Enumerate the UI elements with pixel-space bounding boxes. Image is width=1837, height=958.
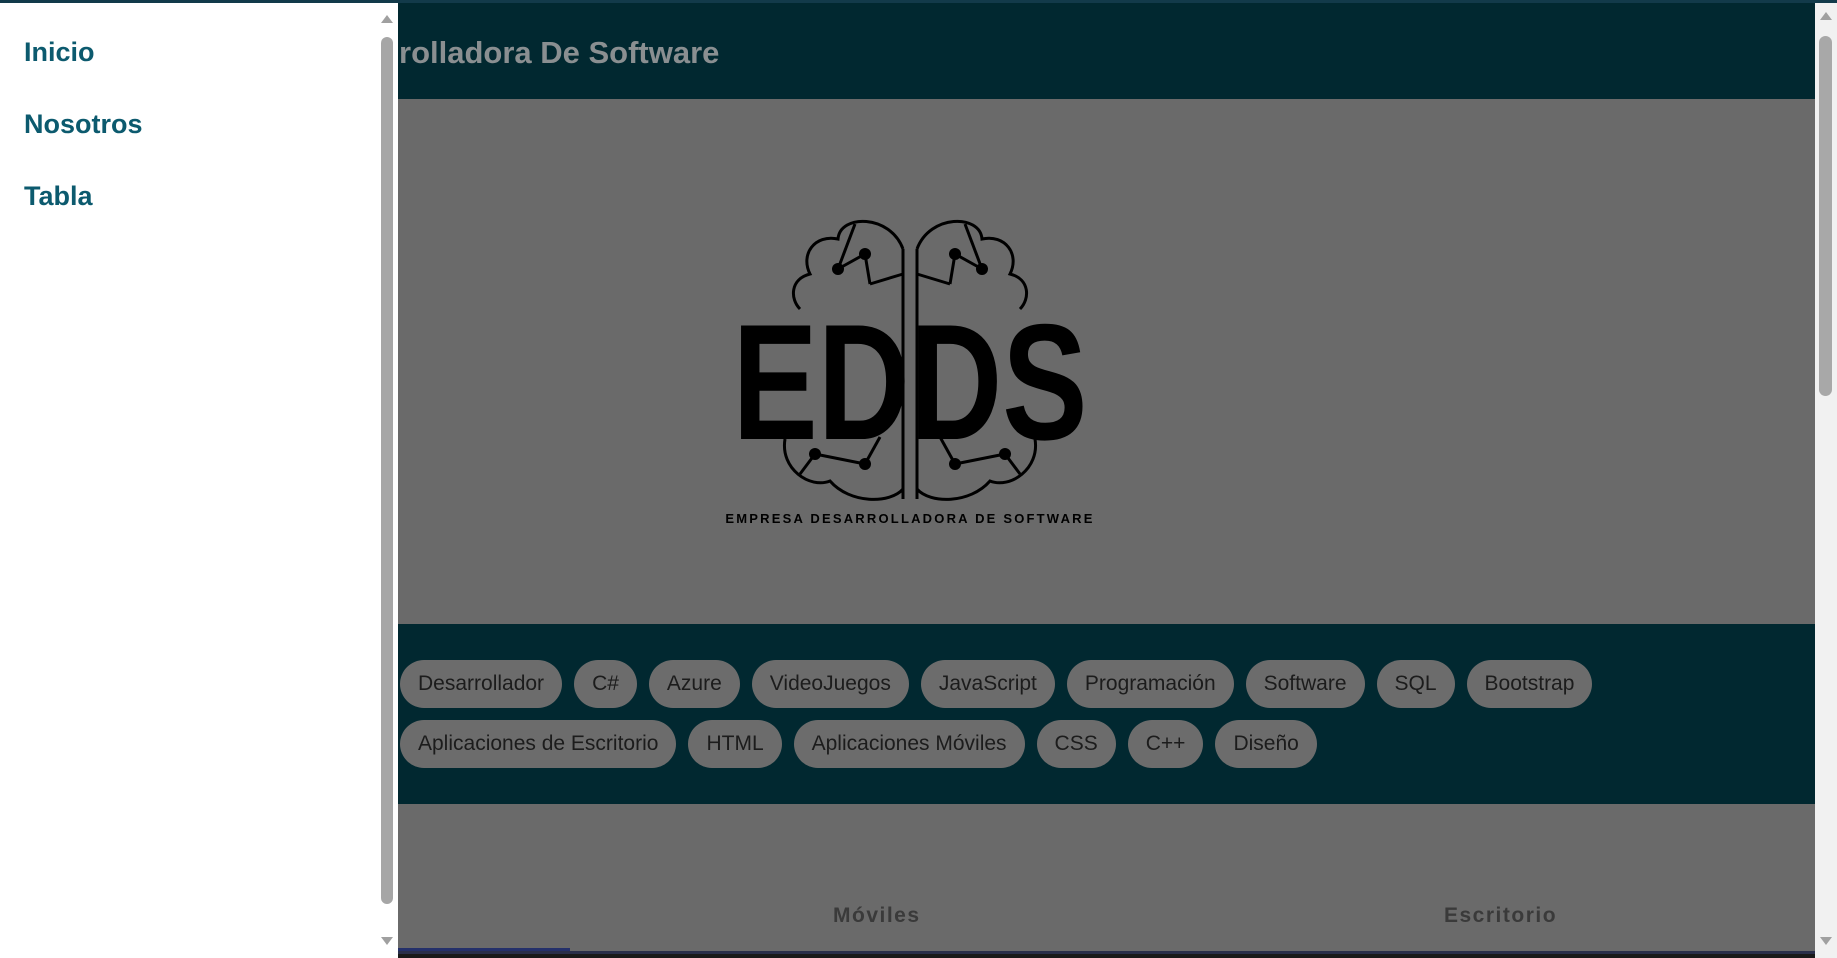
tag-chip[interactable]: VideoJuegos [751,660,909,708]
tag-chip[interactable]: Bootstrap [1466,660,1593,708]
company-logo: EDDS EMPRESA DESARROLLADORA DE SOFTWARE [720,209,1100,539]
tag-chip[interactable]: Programación [1066,660,1234,708]
tag-chip[interactable]: Aplicaciones de Escritorio [400,720,677,768]
side-drawer: Inicio Nosotros Tabla [0,3,398,958]
tab-escritorio[interactable]: Escritorio [1444,904,1557,928]
tag-chip[interactable]: HTML [688,720,782,768]
brain-logo-icon: EDDS [733,219,1088,501]
top-accent-line [0,0,1837,3]
tag-chip[interactable]: Diseño [1215,720,1317,768]
logo-wordmark: EDDS [733,290,1088,474]
scroll-down-arrow-icon[interactable] [381,937,393,945]
drawer-item-tabla[interactable]: Tabla [24,181,93,212]
tag-chip[interactable]: CSS [1036,720,1116,768]
drawer-item-inicio[interactable]: Inicio [24,37,95,68]
tag-chip[interactable]: SQL [1376,660,1455,708]
tag-chip[interactable]: C# [574,660,637,708]
header-title: rolladora De Software [399,35,720,70]
drawer-scroll-thumb[interactable] [381,37,393,904]
page-scroll-thumb[interactable] [1819,36,1832,396]
scroll-up-arrow-icon[interactable] [381,15,393,23]
page-scroll-down-arrow-icon[interactable] [1820,937,1832,945]
logo-caption: EMPRESA DESARROLLADORA DE SOFTWARE [725,511,1095,526]
tab-moviles[interactable]: Móviles [833,904,921,928]
tag-chip[interactable]: Desarrollador [400,660,563,708]
tag-chip[interactable]: JavaScript [920,660,1055,708]
active-tab-indicator [395,948,570,951]
tag-chip[interactable]: Software [1245,660,1365,708]
tag-chip[interactable]: Aplicaciones Móviles [793,720,1025,768]
tag-row-1: Desarrollador C# Azure VideoJuegos JavaS… [400,660,1593,708]
tag-chip[interactable]: C++ [1127,720,1204,768]
drawer-item-nosotros[interactable]: Nosotros [24,109,143,140]
tag-row-2: Aplicaciones de Escritorio HTML Aplicaci… [400,720,1317,768]
page-scroll-up-arrow-icon[interactable] [1820,12,1832,20]
tag-chip[interactable]: Azure [648,660,740,708]
